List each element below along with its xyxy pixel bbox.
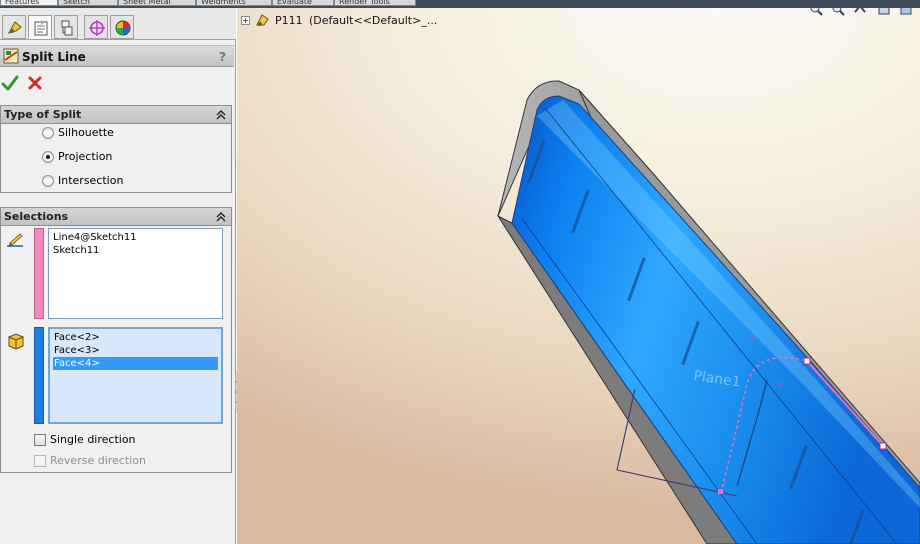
- tab-sheet-metal[interactable]: Sheet Metal: [118, 0, 196, 6]
- sketch-selection-list[interactable]: Line4@Sketch11 Sketch11: [48, 228, 223, 319]
- sketch-endpoint[interactable]: [879, 442, 887, 450]
- tab-features[interactable]: Features: [0, 0, 58, 6]
- tab-weldments[interactable]: Weldments: [196, 0, 272, 6]
- face-cube-icon: [8, 333, 24, 350]
- collapse-chevron-icon[interactable]: [215, 211, 227, 223]
- list-item[interactable]: Face<2>: [53, 331, 218, 344]
- manager-tabs: [0, 8, 236, 40]
- property-manager-icon: [34, 20, 48, 36]
- ok-check-icon[interactable]: [1, 74, 19, 92]
- reverse-direction-label: Reverse direction: [50, 454, 146, 467]
- sketch-color-swatch: [34, 228, 44, 319]
- list-item-selected[interactable]: Face<4>: [53, 357, 218, 370]
- type-of-split-title: Type of Split: [4, 108, 82, 121]
- appearance-icon: [115, 20, 131, 36]
- sketch-endpoint[interactable]: [803, 357, 811, 365]
- single-direction-checkbox[interactable]: [34, 434, 46, 446]
- property-manager-tab[interactable]: [28, 15, 52, 39]
- property-manager-title: Split Line: [22, 50, 86, 64]
- tab-sketch[interactable]: Sketch: [58, 0, 118, 6]
- command-manager-tabs: Features Sketch Sheet Metal Weldments Ev…: [0, 0, 920, 8]
- model-view[interactable]: Plane1: [237, 8, 920, 544]
- face-color-swatch: [34, 327, 44, 424]
- tab-render-tools[interactable]: Render Tools: [334, 0, 416, 6]
- tab-evaluate[interactable]: Evaluate: [272, 0, 334, 6]
- radio-label-silhouette: Silhouette: [58, 126, 114, 139]
- radio-label-intersection: Intersection: [58, 174, 124, 187]
- cancel-x-icon[interactable]: [26, 74, 44, 92]
- single-direction-label: Single direction: [50, 433, 136, 446]
- feature-tree-icon: [7, 21, 22, 34]
- property-manager-pane: Split Line ? Type of Split Silhouette Pr…: [0, 8, 236, 544]
- configuration-icon: [61, 20, 73, 36]
- dimxpert-icon: [89, 20, 105, 36]
- collapse-chevron-icon[interactable]: [215, 109, 227, 121]
- list-item[interactable]: Face<3>: [53, 344, 218, 357]
- radio-button-checked[interactable]: [42, 151, 54, 163]
- type-of-split-header[interactable]: Type of Split: [1, 106, 231, 124]
- selections-header[interactable]: Selections: [1, 208, 231, 226]
- radio-button[interactable]: [42, 175, 54, 187]
- face-selection-list[interactable]: Face<2> Face<3> Face<4>: [48, 327, 223, 424]
- selections-title: Selections: [4, 210, 69, 223]
- reverse-direction-checkbox: [34, 455, 46, 467]
- display-manager-tab[interactable]: [110, 15, 134, 39]
- split-line-icon: [3, 48, 19, 64]
- sketch-pencil-icon: [7, 233, 23, 247]
- help-button[interactable]: ?: [219, 50, 226, 64]
- radio-label-projection: Projection: [58, 150, 113, 163]
- sketch-endpoint[interactable]: [718, 489, 723, 494]
- graphics-area[interactable]: + P111 (Default<<Default>_... Plane1: [237, 8, 920, 544]
- feature-manager-tab[interactable]: [2, 15, 26, 39]
- property-manager-header: Split Line ?: [0, 45, 234, 67]
- configuration-manager-tab[interactable]: [54, 15, 78, 39]
- list-item[interactable]: Sketch11: [52, 244, 219, 257]
- list-item[interactable]: Line4@Sketch11: [52, 231, 219, 244]
- dimxpert-tab[interactable]: [84, 15, 108, 39]
- radio-button[interactable]: [42, 127, 54, 139]
